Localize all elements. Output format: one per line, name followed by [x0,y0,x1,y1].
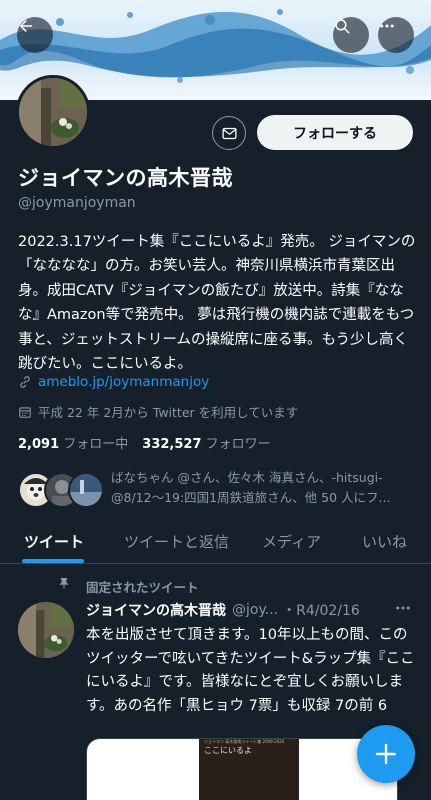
display-name: ジョイマンの高木晋哉 [18,166,233,190]
tweet-author-handle[interactable]: @joy... [232,602,278,618]
tweet-media[interactable]: ジョイマン 高木晋哉ツイート集 2009-2020 ここにいるよ [86,738,398,800]
plus-icon [375,743,397,765]
tab-likes[interactable]: いいね [362,531,407,552]
followers-count: 332,527 [142,437,202,452]
calendar-icon [19,406,31,418]
profile-website-link[interactable]: ameblo.jp/joymanmanjoy [38,374,209,390]
active-tab-indicator [22,559,84,563]
followers-label: フォロワー [205,437,271,452]
followers-you-know[interactable] [18,470,108,510]
profile-avatar[interactable] [16,75,90,149]
profile-link-row: ameblo.jp/joymanmanjoy [18,374,209,390]
follow-stats: 2,091 フォロー中 332,527 フォロワー [18,433,271,452]
profile-handle: @joymanjoyman [18,195,136,211]
link-icon [20,376,30,388]
follow-button[interactable]: フォローする [257,115,413,150]
avatar-photo [19,78,87,146]
follower-avatar [68,472,104,508]
tweet-author-avatar[interactable] [18,602,74,658]
tweet-author-name[interactable]: ジョイマンの高木晋哉 [86,600,226,620]
tab-tweets-and-replies[interactable]: ツイートと返信 [124,531,229,552]
joined-date-text: 平成 22 年 2月から Twitter を利用しています [38,405,299,420]
book-title-text: ここにいるよ [204,746,252,755]
back-arrow-icon [19,20,32,32]
more-button[interactable] [378,17,414,53]
tab-media[interactable]: メディア [262,531,321,552]
tweet-date[interactable]: ・R4/02/16 [282,600,360,620]
profile-bio: 2022.3.17ツイート集『ここにいるよ』発売。 ジョイマンの「なななな」の方… [18,234,416,373]
pinned-tweet-label: 固定されたツイート [86,580,199,595]
tweet-text: 本を出版させて頂きます。10年以上もの間、このツイッターで呟いてきたツイート&ラ… [86,627,415,714]
pin-icon [59,578,69,590]
following-label: フォロー中 [63,437,129,452]
search-icon [335,19,350,34]
following-stat[interactable]: 2,091 フォロー中 [18,433,128,452]
tab-tweets[interactable]: ツイート [24,531,84,552]
profile-tabs: ツイート ツイートと返信 メディア いいね [0,522,431,564]
tweet-header: ジョイマンの高木晋哉 @joy... ・R4/02/16 [86,600,416,620]
more-horizontal-icon [380,24,394,28]
search-button[interactable] [333,17,369,53]
avatar-photo [18,602,74,658]
back-button[interactable] [17,17,53,53]
followers-stat[interactable]: 332,527 フォロワー [142,433,270,452]
tweet-more-icon[interactable] [394,602,412,614]
message-button[interactable] [212,116,246,150]
followers-you-know-text[interactable]: ばなちゃん @さん、佐々木 海真さん、-hitsugi- @8/12〜19:四国… [111,468,411,508]
compose-tweet-button[interactable] [357,725,415,783]
joined-date-row: 平成 22 年 2月から Twitter を利用しています [18,402,298,421]
followers-avatar-stack [18,470,108,510]
envelope-icon [221,127,237,139]
following-count: 2,091 [18,437,60,452]
